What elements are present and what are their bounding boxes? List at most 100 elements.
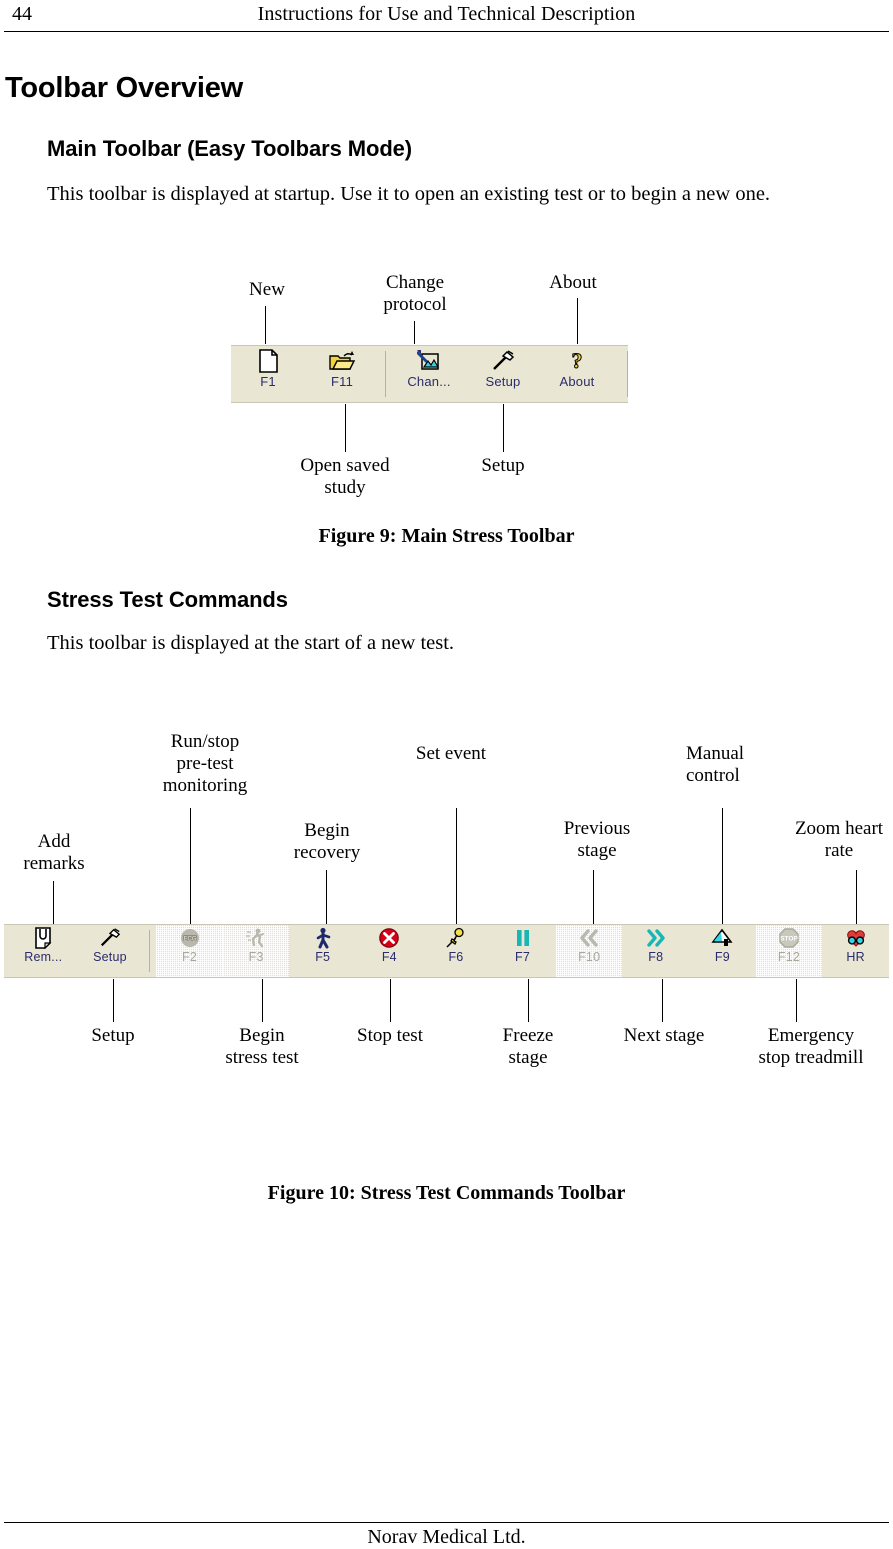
leader-set-event (456, 808, 457, 924)
toolbar-key-f10: F10 (578, 950, 601, 964)
toolbar-button-pretest-monitoring[interactable]: ECG F2 (156, 925, 223, 977)
leader-add-remarks (53, 881, 54, 924)
toolbar-separator (149, 930, 151, 972)
callout-set-event: Set event (415, 743, 487, 764)
hammer-setup-icon (99, 927, 121, 949)
paragraph-main-toolbar: This toolbar is displayed at startup. Us… (47, 183, 771, 205)
leader-change-protocol (414, 321, 415, 344)
toolbar-button-zoom-heart-rate[interactable]: HR (822, 925, 889, 977)
figure-9-caption: Figure 9: Main Stress Toolbar (318, 525, 575, 547)
callout-next-stage: Next stage (623, 1025, 705, 1046)
callout-open-saved-study: Open saved study (300, 455, 390, 498)
main-stress-toolbar[interactable]: F1 F11 Chan... Setup ? About (231, 345, 628, 403)
toolbar-button-new[interactable]: F1 (231, 346, 305, 402)
toolbar-button-stop-test[interactable]: F4 (356, 925, 423, 977)
leader-setup-stress (113, 979, 114, 1022)
svg-text:ECG: ECG (183, 937, 196, 943)
question-help-icon: ? (567, 349, 587, 373)
footer-company: Norav Medical Ltd. (367, 1526, 526, 1548)
double-chevron-left-icon (577, 927, 601, 949)
leader-setup (503, 404, 504, 452)
leader-begin-recovery (326, 870, 327, 924)
toolbar-button-change-protocol[interactable]: Chan... (392, 346, 466, 402)
figure-10-caption: Figure 10: Stress Test Commands Toolbar (267, 1182, 626, 1204)
callout-previous-stage: Previous stage (563, 818, 631, 861)
callout-about: About (549, 272, 597, 293)
paragraph-stress-test-commands: This toolbar is displayed at the start o… (47, 632, 455, 654)
callout-emergency-stop: Emergency stop treadmill (758, 1025, 864, 1068)
callout-freeze-stage: Freeze stage (502, 1025, 554, 1068)
callout-setup-stress: Setup (91, 1025, 135, 1046)
new-document-icon (257, 349, 279, 373)
leader-next-stage (662, 979, 663, 1022)
remarks-note-icon (32, 927, 54, 949)
toolbar-button-setup[interactable]: Setup (466, 346, 540, 402)
heading-main-toolbar: Main Toolbar (Easy Toolbars Mode) (47, 136, 413, 161)
leader-manual-control (722, 808, 723, 924)
toolbar-button-about[interactable]: ? About (540, 346, 614, 402)
header-divider (4, 31, 889, 32)
toolbar-key-f7: F7 (515, 950, 531, 964)
toolbar-button-begin-stress-test[interactable]: F3 (222, 925, 290, 977)
running-person-icon (245, 927, 267, 949)
toolbar-key-f1: F1 (260, 374, 276, 389)
pause-bars-icon (513, 927, 533, 949)
toolbar-separator (385, 351, 386, 397)
toolbar-button-freeze-stage[interactable]: F7 (489, 925, 556, 977)
callout-stop-test: Stop test (357, 1025, 423, 1046)
toolbar-key-change: Chan... (407, 374, 451, 389)
open-folder-icon (329, 349, 355, 373)
toolbar-key-setup: Setup (93, 950, 127, 964)
toolbar-key-hr: HR (846, 950, 865, 964)
footer-divider (4, 1522, 889, 1523)
callout-change-protocol: Change protocol (383, 272, 447, 315)
toolbar-key-f8: F8 (648, 950, 664, 964)
leader-previous-stage (593, 870, 594, 924)
running-header-title: Instructions for Use and Technical Descr… (257, 3, 636, 25)
toolbar-key-f12: F12 (777, 950, 801, 964)
leader-freeze-stage (528, 979, 529, 1022)
toolbar-key-f2: F2 (182, 950, 197, 964)
leader-about (577, 298, 578, 344)
toolbar-button-setup-stress[interactable]: Setup (77, 925, 144, 977)
toolbar-key-remarks: Rem... (24, 950, 63, 964)
toolbar-key-f9: F9 (714, 950, 730, 964)
toolbar-button-set-event[interactable]: F6 (423, 925, 490, 977)
toolbar-button-open-saved-study[interactable]: F11 (305, 346, 379, 402)
toolbar-key-f11: F11 (330, 374, 354, 389)
toolbar-button-previous-stage[interactable]: F10 (555, 925, 623, 977)
heading-stress-test-commands: Stress Test Commands (47, 587, 288, 612)
callout-add-remarks: Add remarks (23, 831, 85, 874)
page-title: Toolbar Overview (5, 72, 244, 104)
toolbar-key-f4: F4 (381, 950, 397, 964)
toolbar-button-manual-control[interactable]: F9 (689, 925, 756, 977)
callout-zoom-heart-rate: Zoom heart rate (794, 818, 884, 861)
callout-begin-recovery: Begin recovery (293, 820, 361, 863)
stress-test-commands-toolbar[interactable]: Rem... Setup ECG F2 F3 F5 F4 F6 F7 F10 F… (4, 924, 889, 978)
svg-text:STOP: STOP (780, 936, 798, 943)
toolbar-button-emergency-stop-treadmill[interactable]: STOP F12 (755, 925, 823, 977)
leader-zoom-heart-rate (856, 870, 857, 924)
red-x-stop-icon (378, 927, 400, 949)
svg-text:?: ? (572, 349, 583, 373)
toolbar-button-add-remarks[interactable]: Rem... (10, 925, 77, 977)
page-header: 44 Instructions for Use and Technical De… (0, 0, 893, 30)
leader-begin-stress-test (262, 979, 263, 1022)
leader-emergency-stop (796, 979, 797, 1022)
manual-control-icon (711, 927, 733, 949)
change-protocol-icon (417, 349, 441, 373)
toolbar-key-f6: F6 (448, 950, 464, 964)
callout-setup: Setup (481, 455, 525, 476)
hammer-setup-icon (491, 349, 515, 373)
stop-sign-icon: STOP (778, 927, 800, 949)
heart-zoom-icon (844, 927, 868, 949)
callout-begin-stress-test: Begin stress test (225, 1025, 299, 1068)
toolbar-key-about: About (559, 374, 595, 389)
toolbar-button-begin-recovery[interactable]: F5 (289, 925, 356, 977)
callout-run-stop-pre-test: Run/stop pre-test monitoring (162, 731, 248, 796)
toolbar-button-next-stage[interactable]: F8 (622, 925, 689, 977)
toolbar-key-f3: F3 (248, 950, 264, 964)
double-chevron-right-icon (644, 927, 668, 949)
leader-open-saved-study (345, 404, 346, 452)
toolbar-end-separator (627, 351, 628, 397)
